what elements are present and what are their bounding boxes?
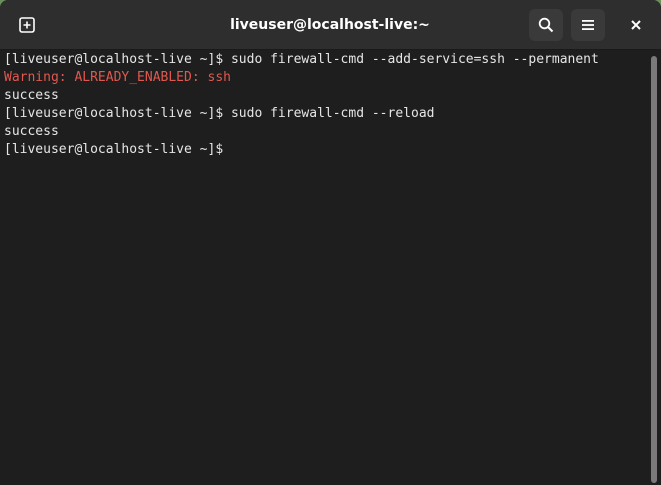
new-tab-button[interactable] (8, 9, 46, 41)
headerbar: liveuser@localhost-live:~ (0, 0, 661, 50)
terminal-line: success (4, 124, 59, 139)
new-tab-plus-icon (19, 17, 35, 33)
terminal-line: success (4, 88, 59, 103)
window-title: liveuser@localhost-live:~ (230, 17, 430, 33)
search-button[interactable] (529, 9, 563, 41)
hamburger-menu-icon (582, 20, 594, 30)
terminal-prompt-line: [liveuser@localhost-live ~]$ (4, 141, 644, 159)
terminal-warning-line: Warning: ALREADY_ENABLED: ssh (4, 70, 231, 85)
terminal-line: [liveuser@localhost-live ~]$ sudo firewa… (4, 106, 435, 121)
terminal-cursor (223, 141, 231, 156)
terminal-line: [liveuser@localhost-live ~]$ sudo firewa… (4, 52, 599, 67)
menu-button[interactable] (571, 9, 605, 41)
close-icon (631, 20, 641, 30)
search-icon (538, 17, 554, 33)
close-button[interactable] (620, 9, 652, 41)
terminal-window: liveuser@localhost-live:~ [liveuser@loca… (0, 0, 661, 485)
terminal-prompt: [liveuser@localhost-live ~]$ (4, 142, 224, 157)
scrollbar-thumb[interactable] (651, 56, 657, 483)
terminal-output[interactable]: [liveuser@localhost-live ~]$ sudo firewa… (0, 50, 648, 485)
scrollbar[interactable] (648, 50, 661, 485)
